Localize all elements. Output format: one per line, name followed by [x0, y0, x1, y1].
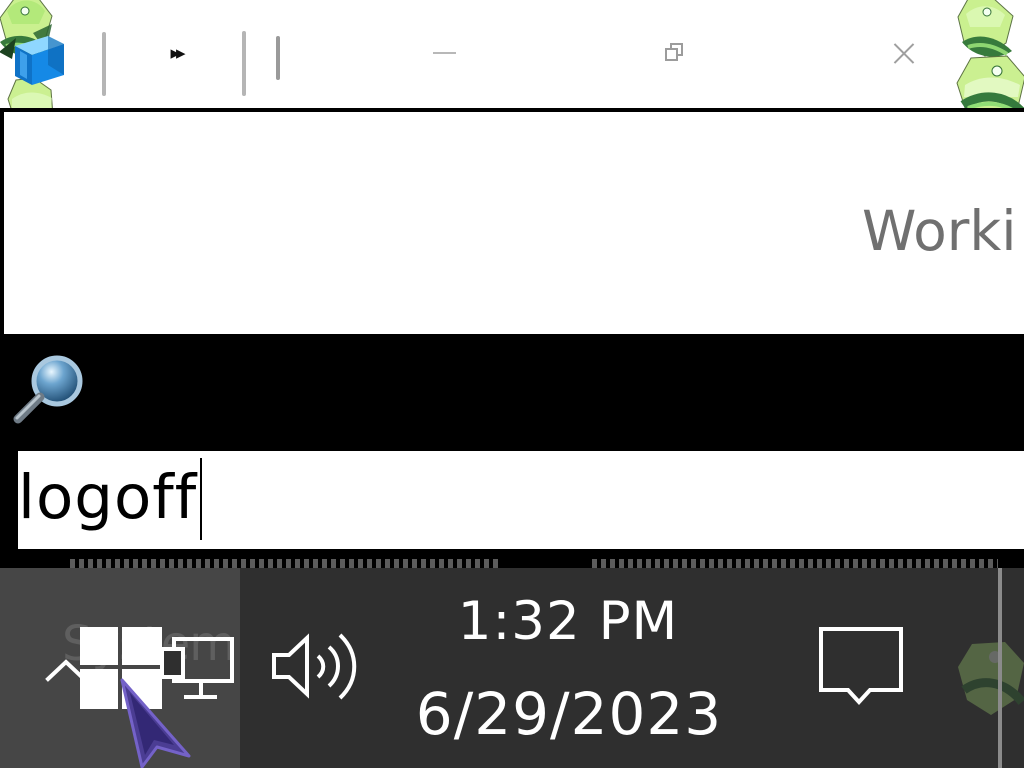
- clock-date: 6/29/2023: [415, 680, 723, 748]
- command-value: logoff: [18, 462, 198, 533]
- taskbar: System 1:32 PM 6/: [0, 568, 1024, 768]
- command-input[interactable]: logoff: [18, 451, 1024, 549]
- clock-time: 1:32 PM: [457, 591, 679, 652]
- text-cursor-indicator: [276, 36, 280, 80]
- faint-background-text: [70, 559, 500, 568]
- magnifier-icon: [13, 355, 83, 424]
- mouse-pointer-icon: [120, 678, 191, 768]
- toolbar-separator: [242, 31, 246, 96]
- minimize-icon: [432, 52, 456, 54]
- close-icon: [892, 41, 916, 65]
- show-desktop-button[interactable]: [998, 568, 1002, 768]
- gem-character-sticker-icon: [958, 642, 1024, 715]
- taskbar-app-icon[interactable]: [12, 34, 68, 86]
- app-title-bar: ▸▸: [0, 0, 1024, 130]
- status-message-pane: Worki: [4, 112, 1024, 334]
- faint-background-text: [592, 559, 998, 568]
- toolbar-separator: [102, 32, 106, 96]
- restore-icon: [664, 43, 684, 63]
- close-button[interactable]: [876, 26, 932, 80]
- maximize-button[interactable]: [646, 26, 702, 80]
- system-clock[interactable]: 1:32 PM 6/29/2023: [405, 588, 733, 758]
- minimize-button[interactable]: [416, 26, 472, 80]
- gem-character-sticker-icon: [957, 0, 1014, 57]
- notification-icon[interactable]: [818, 626, 904, 708]
- fast-forward-button[interactable]: ▸▸: [148, 26, 204, 80]
- command-dialog: Worki logoff: [0, 108, 1024, 568]
- volume-icon[interactable]: [270, 628, 362, 704]
- text-caret: [200, 458, 203, 540]
- working-message: Worki: [862, 199, 1017, 263]
- screen: ▸▸ Worki logoff 1:32 PM 6/29/2023: [0, 0, 1024, 768]
